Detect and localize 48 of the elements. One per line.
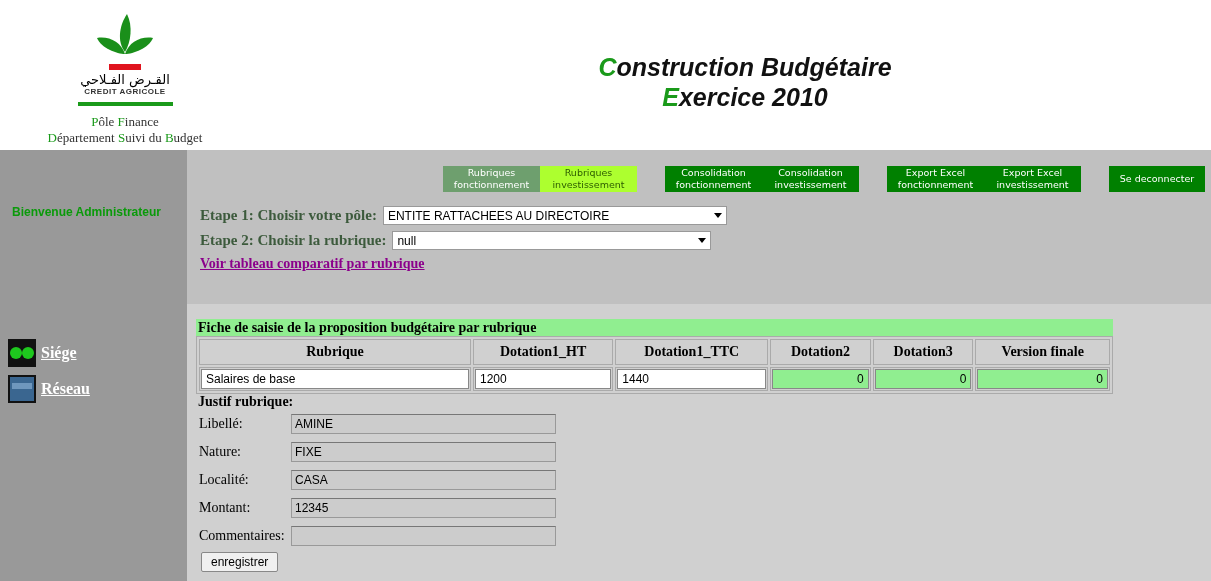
- table-input[interactable]: 0: [977, 369, 1108, 389]
- select-field[interactable]: ENTITE RATTACHEES AU DIRECTOIRE: [382, 206, 727, 225]
- field-label: Localité:: [199, 472, 250, 488]
- column-header: Version finale: [975, 339, 1110, 365]
- field-label: Montant:: [199, 500, 252, 516]
- input-field[interactable]: [291, 526, 556, 546]
- column-header: Rubrique: [199, 339, 471, 365]
- table-input[interactable]: Salaires de base: [201, 369, 469, 389]
- input-field[interactable]: 12345: [291, 498, 556, 518]
- select-field[interactable]: null: [392, 231, 712, 250]
- page-title: Exercice 2010: [661, 82, 829, 112]
- welcome-text: Bienvenue Administrateur: [11, 205, 162, 219]
- nav-button[interactable]: Export Excel fonctionnement: [887, 166, 984, 192]
- dots-icon: [8, 339, 36, 367]
- form-title: Fiche de saisie de la proposition budgétaire par rubrique: [196, 319, 1113, 336]
- input-field[interactable]: AMINE: [291, 414, 556, 434]
- table-input[interactable]: 0: [874, 369, 972, 389]
- field-label: Commentaires:: [199, 528, 286, 544]
- input-field[interactable]: FIXE: [291, 442, 556, 462]
- logo-bar: [109, 64, 141, 70]
- page-title: Construction Budgétaire: [597, 52, 893, 82]
- nav-button[interactable]: Consolidation investissement: [762, 166, 859, 192]
- section-title: Justif rubrique:: [198, 394, 295, 410]
- nav-button[interactable]: Rubriques investissement: [540, 166, 637, 192]
- column-header: Dotation3: [872, 339, 974, 365]
- logo-text: القـرض الفـلاحي: [80, 72, 170, 87]
- department-text: Pôle Finance: [91, 114, 159, 130]
- column-header: Dotation2: [770, 339, 871, 365]
- step-label: Etape 2: Choisir la rubrique:: [200, 232, 387, 249]
- field-label: Libellé:: [199, 416, 244, 432]
- department-text: Département Suivi du Budget: [47, 130, 203, 146]
- field-label: Nature:: [199, 444, 242, 460]
- nav-button[interactable]: Export Excel investissement: [984, 166, 1081, 192]
- comparison-link[interactable]: Voir tableau comparatif par rubrique: [200, 256, 425, 272]
- caret-icon: [713, 213, 722, 218]
- logo-name: CREDIT AGRICOLE: [84, 87, 166, 96]
- save-button[interactable]: enregistrer: [201, 552, 279, 572]
- table-input[interactable]: 1440: [617, 369, 767, 389]
- table-input[interactable]: 1200: [475, 369, 612, 389]
- column-header: Dotation1_TTC: [615, 339, 769, 365]
- column-header: Dotation1_HT: [473, 339, 614, 365]
- table-input[interactable]: 0: [772, 369, 869, 389]
- step-label: Etape 1: Choisir votre pôle:: [200, 207, 377, 224]
- input-field[interactable]: CASA: [291, 470, 556, 490]
- tile-icon: [8, 375, 36, 403]
- nav-button[interactable]: Consolidation fonctionnement: [665, 166, 762, 192]
- caret-icon: [698, 238, 707, 243]
- nav-button[interactable]: Se deconnecter: [1109, 166, 1205, 192]
